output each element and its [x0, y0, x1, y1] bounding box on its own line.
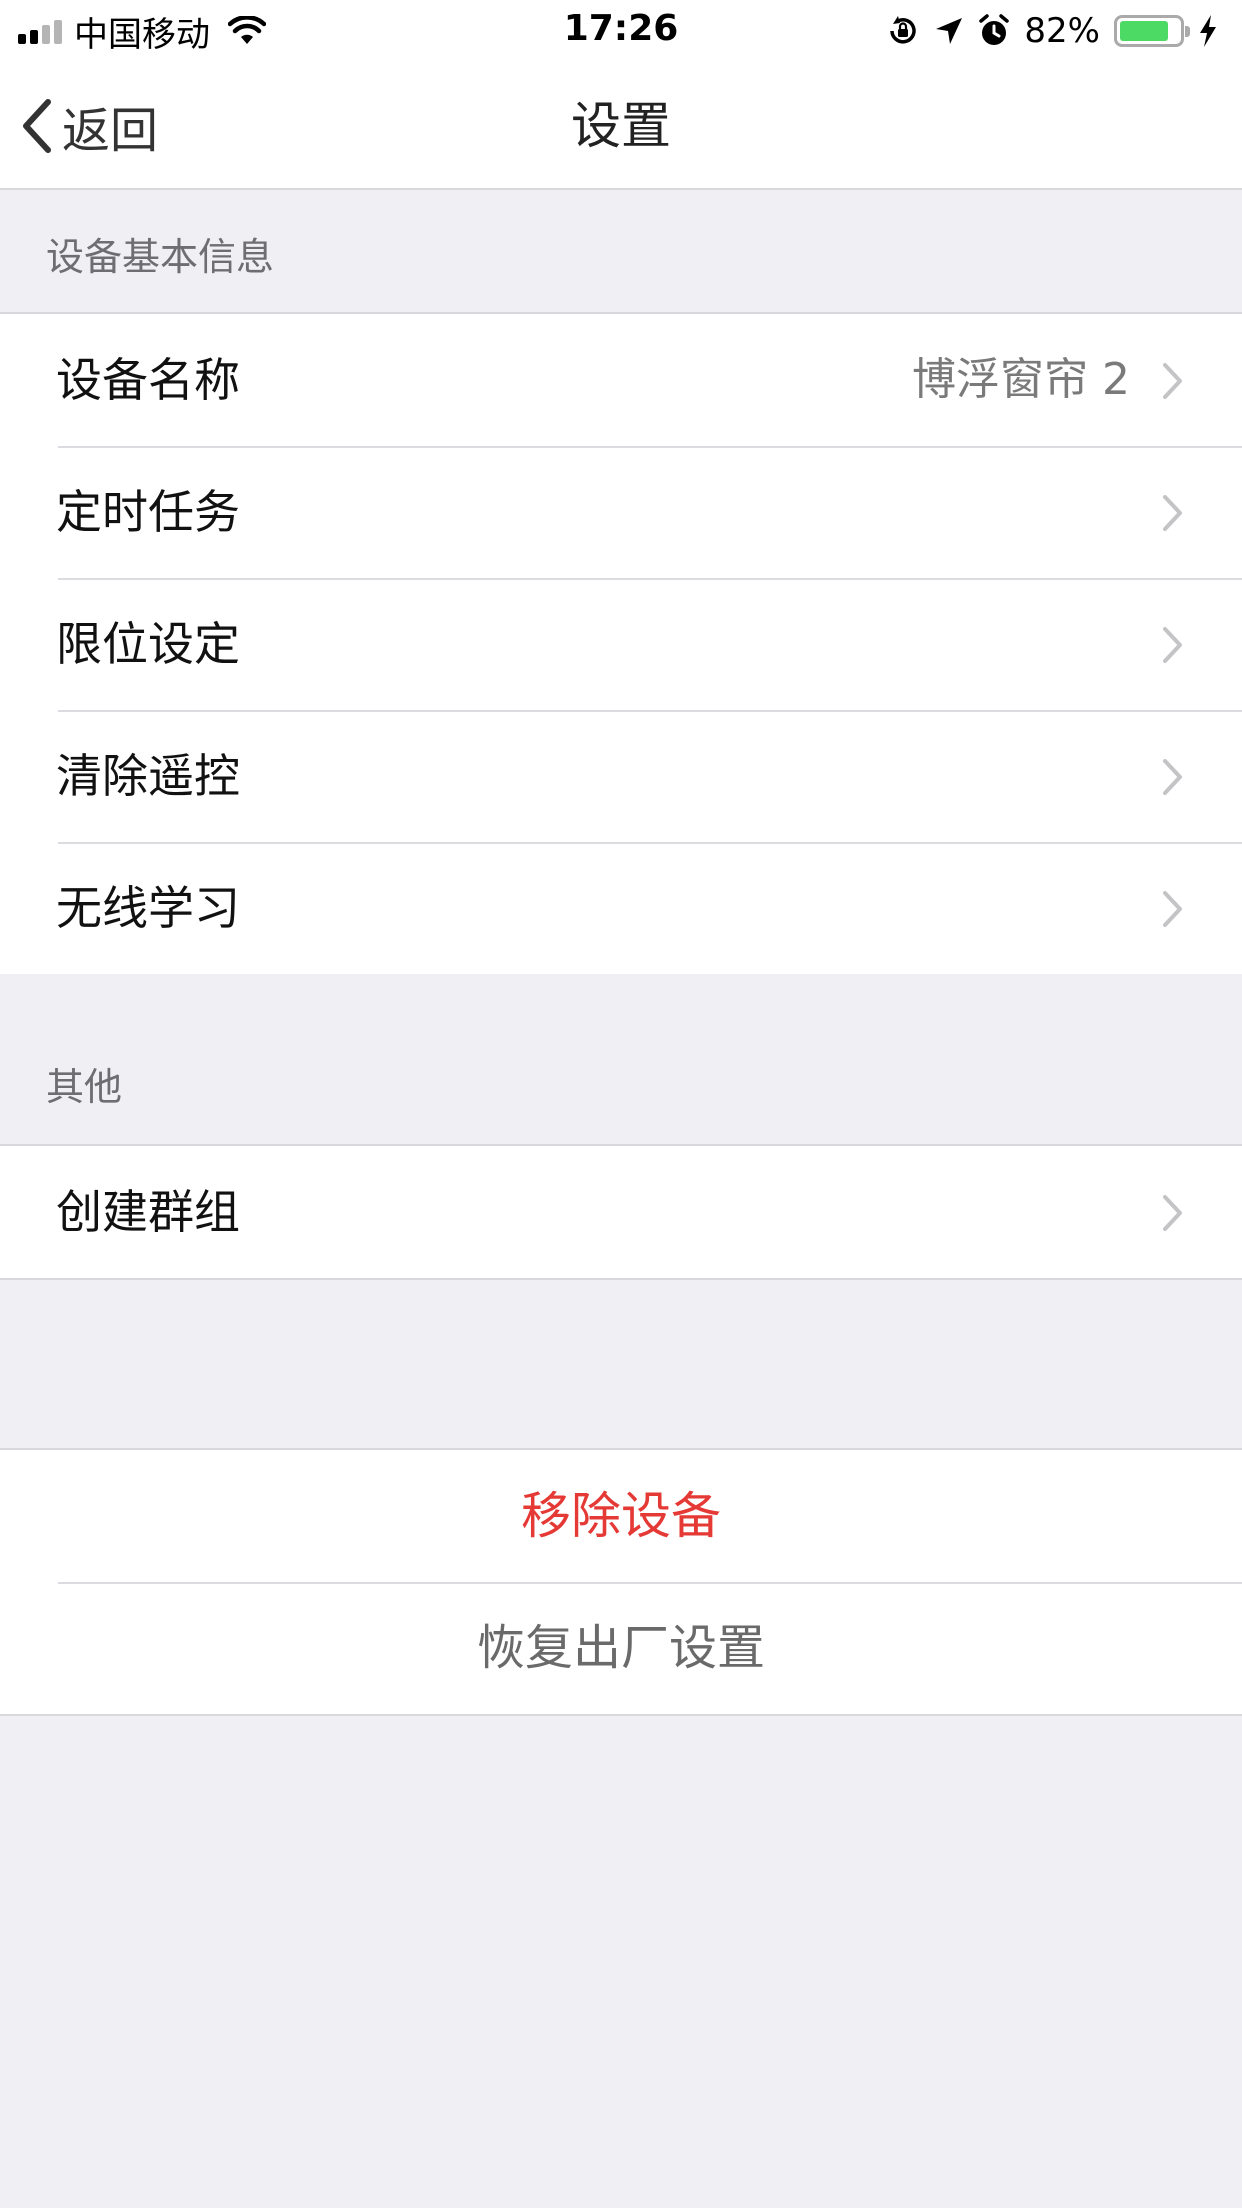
factory-reset-label: 恢复出厂设置 [476, 1620, 765, 1676]
alarm-icon [979, 14, 1010, 45]
section-header-label: 设备基本信息 [46, 235, 275, 279]
status-right: 82% [886, 8, 1218, 54]
battery-percent: 82% [1024, 11, 1100, 51]
row-wireless-learning[interactable]: 无线学习 [0, 842, 1242, 974]
section-header-label: 其他 [46, 1065, 123, 1109]
chevron-right-icon [1163, 627, 1182, 663]
factory-reset-button[interactable]: 恢复出厂设置 [0, 1582, 1242, 1714]
row-label: 设备名称 [56, 353, 240, 407]
status-bar: 中国移动 17:26 82% [0, 0, 1242, 62]
basic-info-group: 设备名称 博浮窗帘 2 定时任务 限位设定 清除遥控 无线学习 [0, 312, 1242, 976]
row-limit-settings[interactable]: 限位设定 [0, 578, 1242, 710]
actions-group: 移除设备 恢复出厂设置 [0, 1448, 1242, 1716]
row-label: 清除遥控 [56, 749, 240, 803]
other-group: 创建群组 [0, 1144, 1242, 1280]
device-name-value: 博浮窗帘 2 [912, 354, 1130, 405]
section-header-other: 其他 [0, 974, 1242, 1144]
chevron-right-icon [1163, 495, 1182, 531]
chevron-right-icon [1163, 891, 1182, 927]
remove-device-label: 移除设备 [521, 1487, 721, 1545]
row-label: 限位设定 [56, 617, 240, 671]
row-device-name[interactable]: 设备名称 博浮窗帘 2 [0, 314, 1242, 446]
row-scheduled-tasks[interactable]: 定时任务 [0, 446, 1242, 578]
rotation-lock-icon [890, 16, 917, 44]
navigation-bar: 返回 设置 [0, 62, 1242, 190]
page-title: 设置 [571, 97, 671, 155]
battery-fill [1120, 21, 1168, 41]
location-icon [936, 18, 963, 44]
row-label: 无线学习 [56, 881, 240, 935]
row-label: 定时任务 [56, 485, 240, 539]
battery-icon [1114, 15, 1190, 47]
charging-icon [1200, 15, 1216, 47]
row-create-group[interactable]: 创建群组 [0, 1146, 1242, 1278]
section-header-basic-info: 设备基本信息 [0, 190, 1242, 312]
settings-screen: 中国移动 17:26 82% 返回 设置 设备基本信息 设备名称 博浮窗帘 2 … [0, 0, 1242, 2208]
chevron-right-icon [1163, 1195, 1182, 1231]
chevron-right-icon [1163, 363, 1182, 399]
row-clear-remote[interactable]: 清除遥控 [0, 710, 1242, 842]
row-label: 创建群组 [56, 1185, 240, 1239]
chevron-right-icon [1163, 759, 1182, 795]
remove-device-button[interactable]: 移除设备 [0, 1450, 1242, 1582]
